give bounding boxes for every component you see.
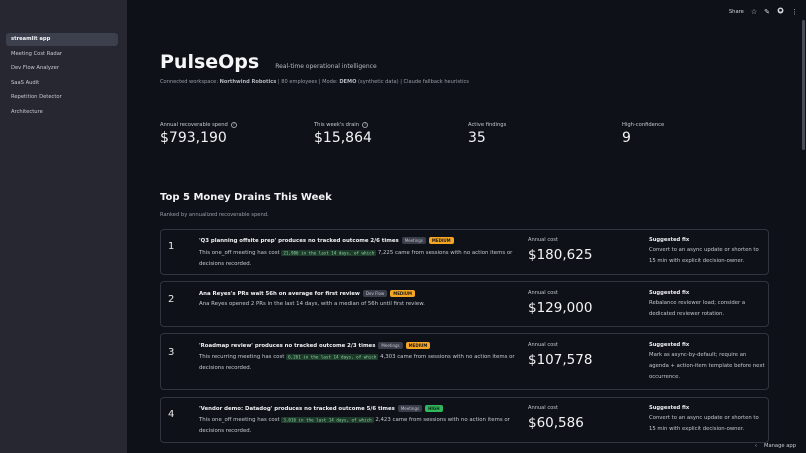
github-icon[interactable] bbox=[777, 6, 784, 18]
metric-label: Annual recoverable spend bbox=[160, 122, 228, 128]
finding-rank: 1 bbox=[168, 241, 175, 252]
more-menu-icon[interactable]: ⋮ bbox=[791, 6, 798, 18]
desc-text: Ana Reyes opened 2 PRs in the last 14 da… bbox=[199, 301, 425, 307]
share-button[interactable]: Share bbox=[729, 9, 744, 15]
metric-label: High-confidence bbox=[622, 122, 665, 128]
finding-rank: 4 bbox=[168, 409, 175, 420]
category-tag: Dev Flow bbox=[362, 290, 388, 297]
cost-label: Annual cost bbox=[528, 290, 558, 296]
finding-title-text: 'Q3 planning offsite prep' produces no t… bbox=[199, 237, 399, 244]
finding-rank: 3 bbox=[168, 347, 175, 358]
sidebar-item-meeting-cost-radar[interactable]: Meeting Cost Radar bbox=[6, 48, 118, 61]
cost-label: Annual cost bbox=[528, 405, 558, 411]
sidebar-item-dev-flow-analyzer[interactable]: Dev Flow Analyzer bbox=[6, 62, 118, 75]
finding-description: Ana Reyes opened 2 PRs in the last 14 da… bbox=[199, 299, 529, 310]
edit-icon[interactable]: ✎ bbox=[764, 6, 770, 18]
fix-label: Suggested fix bbox=[649, 342, 690, 348]
desc-text: This one_off meeting has cost bbox=[199, 250, 282, 256]
desc-text: This recurring meeting has cost bbox=[199, 354, 287, 360]
metric-active-findings: Active findings 35 bbox=[468, 122, 506, 146]
category-tag: Meetings bbox=[378, 342, 403, 349]
sidebar-item-repetition-detector[interactable]: Repetition Detector bbox=[6, 91, 118, 104]
finding-description: This one_off meeting has cost 3,016 in t… bbox=[199, 414, 521, 437]
finding-description: This one_off meeting has cost 21,906 in … bbox=[199, 247, 521, 270]
inline-code: 3,016 in the last 14 days, of which bbox=[281, 416, 374, 423]
cost-value: $180,625 bbox=[528, 247, 593, 263]
fix-text: Convert to an async update or shorten to… bbox=[649, 415, 759, 432]
page-tagline: Real-time operational intelligence bbox=[275, 63, 377, 70]
finding-title: 'Vendor demo: Datadog' produces no track… bbox=[199, 405, 443, 412]
caption-suffix: (synthetic data) | Claude fallback heuri… bbox=[356, 79, 469, 85]
mode-value: DEMO bbox=[339, 79, 357, 85]
metric-value: $15,864 bbox=[314, 130, 372, 146]
sidebar-nav: streamlit app Meeting Cost Radar Dev Flo… bbox=[6, 33, 118, 120]
fix-text: Convert to an async update or shorten to… bbox=[649, 247, 759, 264]
cost-value: $107,578 bbox=[528, 352, 593, 368]
desc-text: This one_off meeting has cost bbox=[199, 417, 282, 423]
caption-prefix: Connected workspace: bbox=[160, 79, 220, 85]
metric-annual-spend: Annual recoverable spend? $793,190 bbox=[160, 122, 237, 146]
finding-card: 1 'Q3 planning offsite prep' produces no… bbox=[160, 229, 769, 275]
help-icon[interactable]: ? bbox=[230, 122, 237, 128]
help-icon[interactable]: ? bbox=[362, 122, 368, 128]
manage-app-button[interactable]: ‹ Manage app bbox=[755, 443, 796, 449]
finding-description: This recurring meeting has cost 6,261 in… bbox=[199, 351, 521, 374]
workspace-name: Northwind Robotics bbox=[219, 79, 277, 85]
toolbar: Share ☆ ✎ ⋮ bbox=[729, 6, 798, 18]
section-subtitle: Ranked by annualized recoverable spend. bbox=[160, 212, 269, 218]
header: PulseOps Real-time operational intellige… bbox=[160, 51, 377, 73]
inline-code: 21,906 in the last 14 days, of which bbox=[281, 249, 377, 256]
severity-badge: MEDIUM bbox=[405, 342, 431, 349]
fix-label: Suggested fix bbox=[649, 290, 690, 296]
manage-app-label: Manage app bbox=[763, 443, 796, 449]
sidebar: streamlit app Meeting Cost Radar Dev Flo… bbox=[0, 0, 127, 453]
sidebar-item-saas-audit[interactable]: SaaS Audit bbox=[6, 77, 118, 90]
metric-label: Active findings bbox=[468, 122, 507, 128]
metric-value: $793,190 bbox=[160, 130, 227, 146]
workspace-caption: Connected workspace: Northwind Robotics … bbox=[160, 79, 469, 85]
fix-text: Rebalance reviewer load; consider a dedi… bbox=[649, 300, 746, 317]
finding-title: 'Roadmap review' produces no tracked out… bbox=[199, 342, 431, 349]
metric-high-confidence: High-confidence 9 bbox=[622, 122, 664, 146]
finding-title-text: Ana Reyes's PRs wait 56h on average for … bbox=[199, 290, 360, 297]
finding-title: 'Q3 planning offsite prep' produces no t… bbox=[199, 237, 454, 244]
finding-title: Ana Reyes's PRs wait 56h on average for … bbox=[199, 290, 415, 297]
metric-label: This week's drain bbox=[314, 122, 359, 128]
caption-mid: | 80 employees | Mode: bbox=[276, 79, 340, 85]
finding-card: 4 'Vendor demo: Datadog' produces no tra… bbox=[160, 397, 769, 443]
metric-value: 35 bbox=[468, 130, 486, 146]
severity-badge: MEDIUM bbox=[390, 290, 415, 297]
inline-code: 6,261 in the last 14 days, of which bbox=[286, 353, 379, 360]
page-title: PulseOps bbox=[160, 51, 260, 73]
star-icon[interactable]: ☆ bbox=[751, 6, 757, 18]
finding-title-text: 'Roadmap review' produces no tracked out… bbox=[199, 342, 376, 349]
cost-label: Annual cost bbox=[528, 237, 558, 243]
cost-label: Annual cost bbox=[528, 342, 558, 348]
fix-text: Mark as async-by-default; require an age… bbox=[649, 352, 765, 380]
severity-badge: MEDIUM bbox=[428, 237, 454, 244]
scrollbar[interactable] bbox=[802, 20, 805, 150]
severity-badge: HIGH bbox=[425, 405, 443, 412]
cost-value: $129,000 bbox=[528, 300, 593, 316]
category-tag: Meetings bbox=[401, 237, 426, 244]
cost-value: $60,586 bbox=[528, 415, 584, 431]
sidebar-item-streamlit-app[interactable]: streamlit app bbox=[6, 33, 118, 46]
sidebar-item-architecture[interactable]: Architecture bbox=[6, 106, 118, 119]
chevron-left-icon: ‹ bbox=[754, 443, 757, 449]
fix-label: Suggested fix bbox=[649, 405, 690, 411]
category-tag: Meetings bbox=[397, 405, 423, 412]
metric-value: 9 bbox=[622, 130, 631, 146]
finding-title-text: 'Vendor demo: Datadog' produces no track… bbox=[199, 405, 395, 412]
finding-card: 3 'Roadmap review' produces no tracked o… bbox=[160, 333, 769, 390]
finding-card: 2 Ana Reyes's PRs wait 56h on average fo… bbox=[160, 281, 769, 327]
finding-rank: 2 bbox=[168, 294, 175, 305]
metric-weekly-drain: This week's drain? $15,864 bbox=[314, 122, 372, 146]
section-title: Top 5 Money Drains This Week bbox=[160, 192, 332, 203]
fix-label: Suggested fix bbox=[649, 237, 690, 243]
